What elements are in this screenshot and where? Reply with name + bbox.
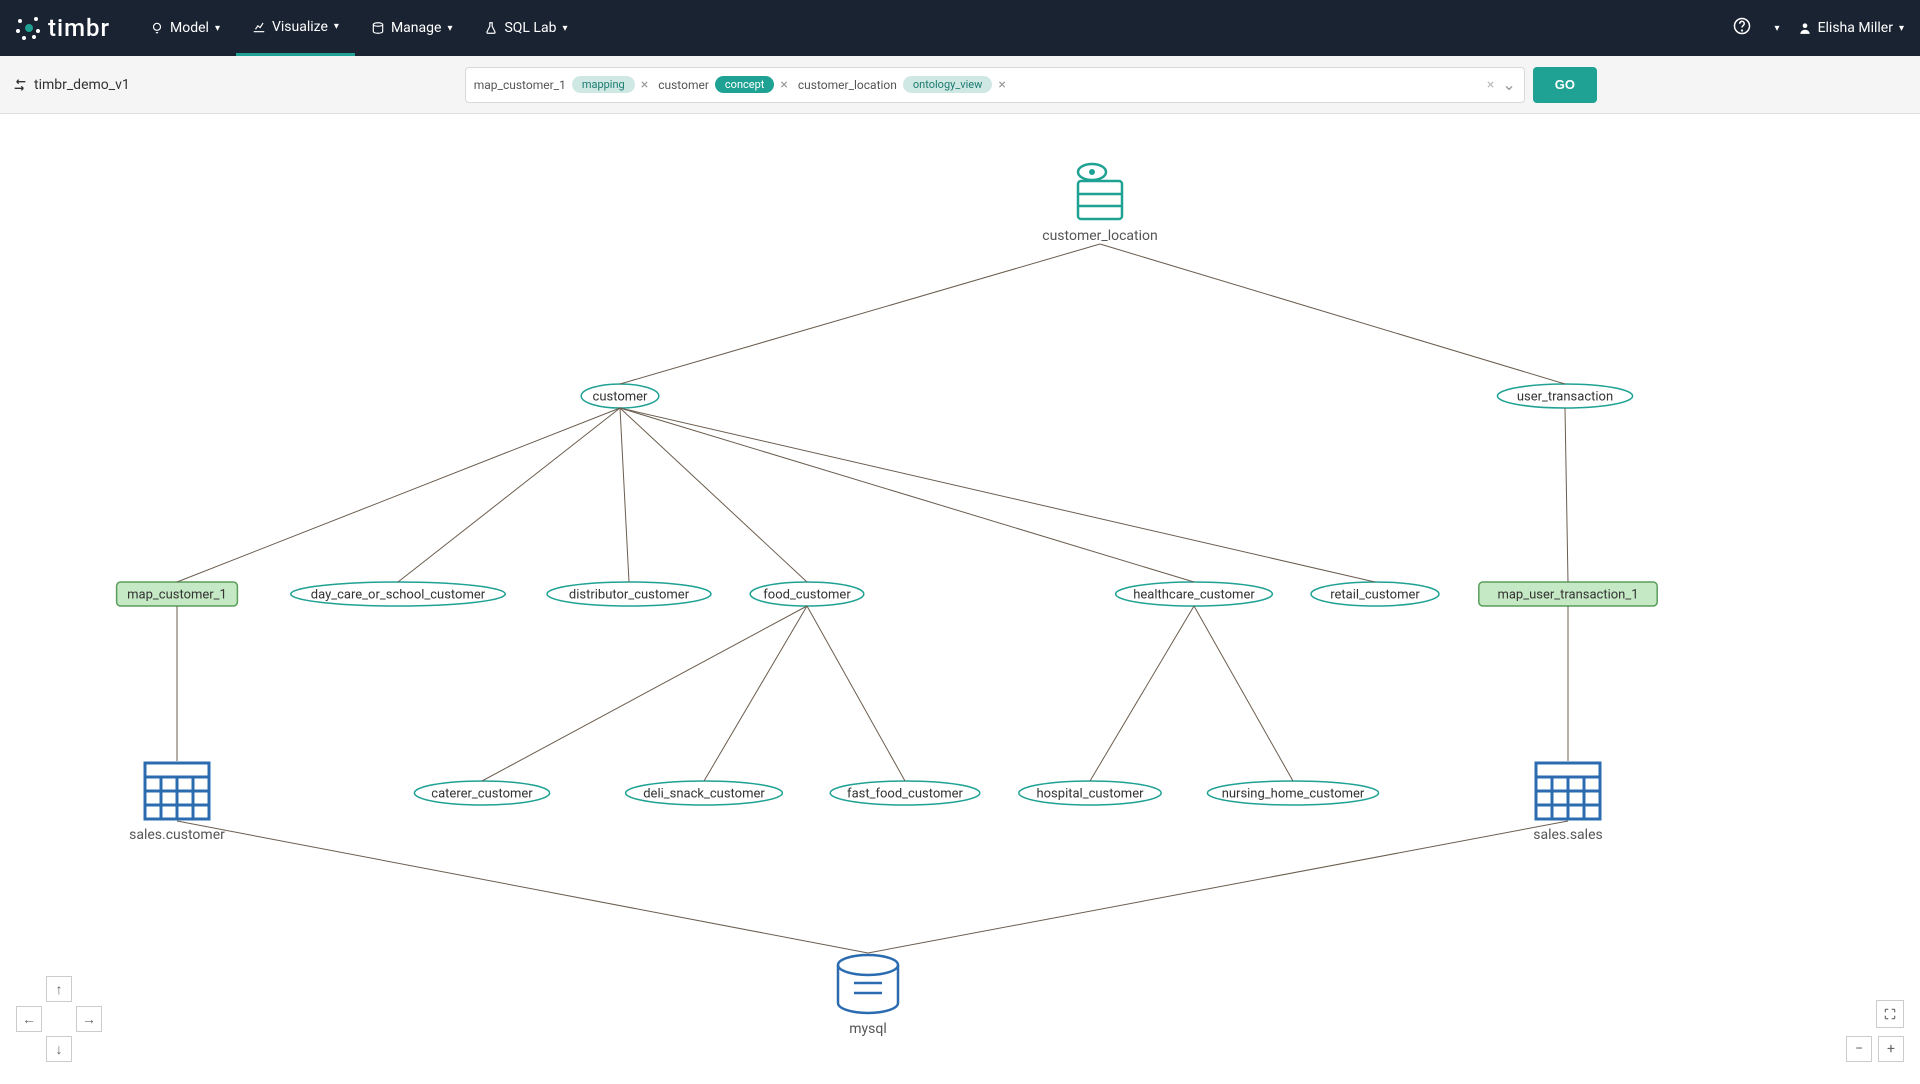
svg-text:customer: customer bbox=[593, 389, 649, 404]
svg-text:fast_food_customer: fast_food_customer bbox=[847, 786, 963, 801]
svg-text:deli_snack_customer: deli_snack_customer bbox=[643, 786, 765, 801]
svg-text:user_transaction: user_transaction bbox=[1517, 389, 1613, 404]
chevron-down-icon[interactable]: ⌄ bbox=[1502, 75, 1515, 94]
fullscreen-button[interactable] bbox=[1876, 1000, 1904, 1028]
graph-node[interactable]: nursing_home_customer bbox=[1207, 781, 1378, 805]
graph-node[interactable]: food_customer bbox=[750, 582, 864, 606]
svg-text:sales.customer: sales.customer bbox=[129, 827, 225, 843]
svg-text:sales.sales: sales.sales bbox=[1533, 827, 1602, 843]
pan-controls: ↑ ← → ↓ bbox=[16, 976, 102, 1062]
brand-logo[interactable]: timbr bbox=[16, 14, 110, 42]
tag-badge: mapping bbox=[572, 76, 635, 93]
nav-sqllab[interactable]: SQL Lab▾ bbox=[468, 0, 583, 56]
chevron-down-icon: ▾ bbox=[215, 23, 220, 34]
graph-node-db[interactable]: mysql bbox=[838, 955, 898, 1037]
nav-visualize[interactable]: Visualize▾ bbox=[236, 0, 355, 56]
pan-up-button[interactable]: ↑ bbox=[46, 976, 72, 1002]
graph-node[interactable]: map_user_transaction_1 bbox=[1479, 582, 1657, 606]
tag-text: customer_location bbox=[798, 78, 897, 92]
nav-model[interactable]: Model▾ bbox=[134, 0, 236, 56]
pan-right-button[interactable]: → bbox=[76, 1006, 102, 1032]
svg-text:retail_customer: retail_customer bbox=[1330, 587, 1420, 602]
top-navbar: timbr Model▾ Visualize▾ Manage▾ SQL Lab▾… bbox=[0, 0, 1920, 56]
clear-search-icon[interactable]: × bbox=[1487, 77, 1494, 93]
chevron-down-icon: ▾ bbox=[334, 21, 339, 32]
graph-node[interactable]: caterer_customer bbox=[414, 781, 549, 805]
zoom-in-button[interactable]: + bbox=[1878, 1036, 1904, 1062]
svg-text:day_care_or_school_customer: day_care_or_school_customer bbox=[311, 587, 486, 602]
graph-node[interactable]: customer bbox=[581, 384, 659, 408]
swap-icon bbox=[12, 77, 28, 93]
graph-node[interactable]: deli_snack_customer bbox=[626, 781, 783, 805]
graph-node[interactable]: map_customer_1 bbox=[117, 582, 238, 606]
brand-icon bbox=[16, 15, 42, 41]
graph-node[interactable]: user_transaction bbox=[1497, 384, 1632, 408]
tag-badge: ontology_view bbox=[903, 76, 993, 93]
graph-node-view[interactable]: customer_location bbox=[1042, 164, 1158, 244]
zoom-controls: − + bbox=[1846, 1000, 1904, 1062]
lightbulb-icon bbox=[150, 21, 164, 35]
chevron-down-icon: ▾ bbox=[562, 23, 567, 34]
svg-text:food_customer: food_customer bbox=[763, 587, 851, 602]
user-menu[interactable]: Elisha Miller ▾ bbox=[1798, 20, 1904, 36]
user-icon bbox=[1798, 21, 1812, 35]
svg-text:nursing_home_customer: nursing_home_customer bbox=[1222, 786, 1365, 801]
graph-node[interactable]: day_care_or_school_customer bbox=[291, 582, 505, 606]
tag-remove-icon[interactable]: × bbox=[998, 77, 1005, 93]
zoom-out-button[interactable]: − bbox=[1846, 1036, 1872, 1062]
svg-text:mysql: mysql bbox=[849, 1021, 887, 1037]
tag-remove-icon[interactable]: × bbox=[641, 77, 648, 93]
graph-node[interactable]: retail_customer bbox=[1311, 582, 1439, 606]
search-tag: customer concept × bbox=[658, 76, 788, 93]
svg-text:hospital_customer: hospital_customer bbox=[1036, 786, 1144, 801]
flask-icon bbox=[484, 21, 498, 35]
search-tag: map_customer_1 mapping × bbox=[474, 76, 648, 93]
pan-down-button[interactable]: ↓ bbox=[46, 1036, 72, 1062]
svg-text:healthcare_customer: healthcare_customer bbox=[1133, 587, 1255, 602]
pan-left-button[interactable]: ← bbox=[16, 1006, 42, 1032]
svg-text:map_user_transaction_1: map_user_transaction_1 bbox=[1497, 587, 1638, 602]
tag-text: customer bbox=[658, 78, 709, 92]
tag-remove-icon[interactable]: × bbox=[780, 77, 787, 93]
chart-icon bbox=[252, 20, 266, 34]
settings-dropdown[interactable]: ▾ bbox=[1775, 23, 1780, 34]
sub-toolbar: timbr_demo_v1 map_customer_1 mapping ×cu… bbox=[0, 56, 1920, 114]
search-tag: customer_location ontology_view × bbox=[798, 76, 1006, 93]
nav-manage[interactable]: Manage▾ bbox=[355, 0, 469, 56]
tag-badge: concept bbox=[715, 76, 774, 93]
chevron-down-icon: ▾ bbox=[1899, 23, 1904, 34]
graph-node-table[interactable]: sales.customer bbox=[129, 763, 225, 843]
brand-text: timbr bbox=[48, 14, 110, 42]
graph-node[interactable]: distributor_customer bbox=[547, 582, 711, 606]
database-icon bbox=[371, 21, 385, 35]
svg-text:caterer_customer: caterer_customer bbox=[431, 786, 533, 801]
search-input[interactable]: map_customer_1 mapping ×customer concept… bbox=[465, 67, 1525, 103]
svg-text:customer_location: customer_location bbox=[1042, 228, 1158, 244]
graph-node[interactable]: healthcare_customer bbox=[1116, 582, 1273, 606]
chevron-down-icon: ▾ bbox=[447, 23, 452, 34]
help-icon[interactable] bbox=[1733, 17, 1751, 39]
graph-node[interactable]: hospital_customer bbox=[1019, 781, 1161, 805]
go-button[interactable]: GO bbox=[1533, 67, 1597, 103]
model-switcher[interactable]: timbr_demo_v1 bbox=[12, 77, 130, 93]
graph-node[interactable]: fast_food_customer bbox=[830, 781, 980, 805]
lineage-canvas[interactable]: customer_location customer user_transactio… bbox=[0, 116, 1920, 1080]
graph-node-table[interactable]: sales.sales bbox=[1533, 763, 1602, 843]
svg-text:map_customer_1: map_customer_1 bbox=[127, 587, 227, 602]
tag-text: map_customer_1 bbox=[474, 78, 566, 92]
svg-text:distributor_customer: distributor_customer bbox=[569, 587, 690, 602]
